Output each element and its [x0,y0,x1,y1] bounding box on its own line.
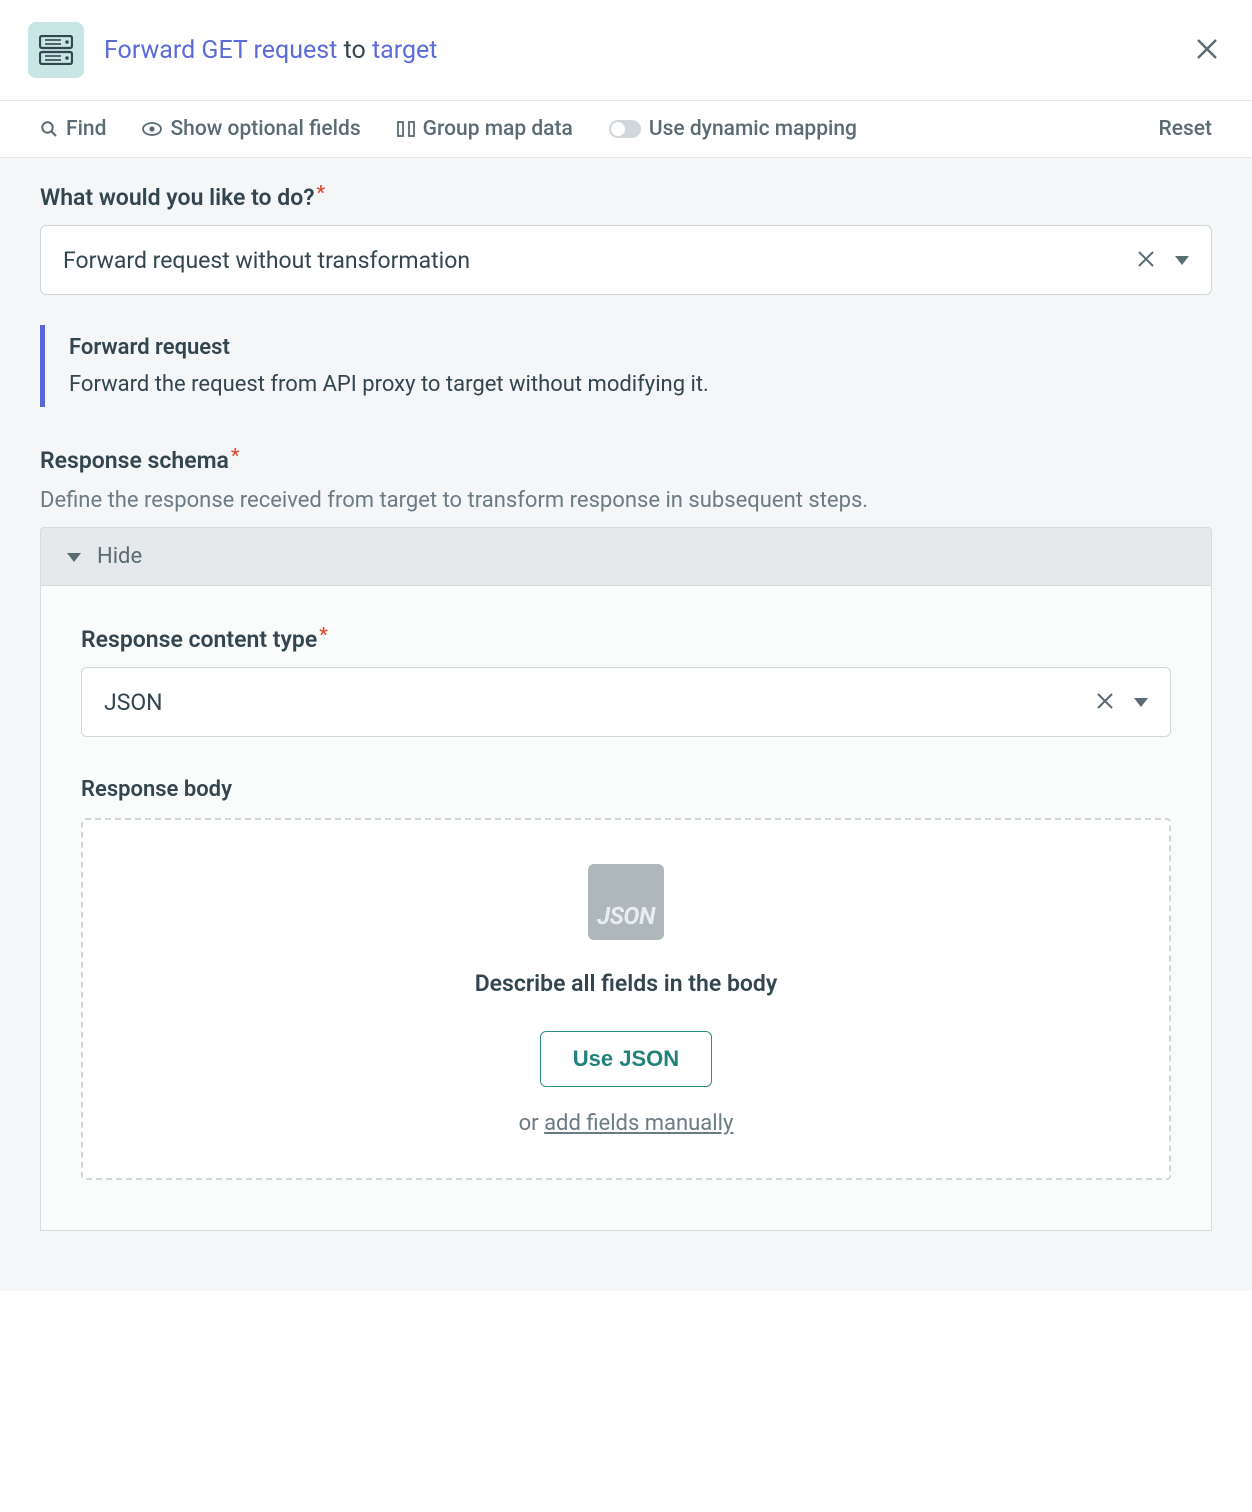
group-map-label: Group map data [423,117,573,141]
intent-select-value: Forward request without transformation [63,247,1127,274]
add-fields-manually-link[interactable]: add fields manually [544,1111,733,1136]
intent-label: What would you like to do?* [40,184,1212,211]
show-optional-button[interactable]: Show optional fields [142,117,360,141]
manual-alternative: or add fields manually [519,1111,734,1136]
callout-body: Forward the request from API proxy to ta… [69,372,1212,397]
describe-fields-text: Describe all fields in the body [475,970,778,997]
required-asterisk: * [231,444,240,467]
json-badge-icon: JSON [588,864,664,940]
toggle-off-icon [609,120,641,138]
title-action-link[interactable]: Forward GET request [104,36,337,65]
use-json-button[interactable]: Use JSON [540,1031,712,1087]
content-type-label-text: Response content type [81,626,317,653]
clear-icon[interactable] [1086,688,1124,716]
response-schema-hint: Define the response received from target… [40,488,1212,513]
find-button[interactable]: Find [40,117,106,141]
content-area: What would you like to do?* Forward requ… [0,158,1252,1291]
show-optional-label: Show optional fields [170,117,360,141]
caret-down-icon [1165,251,1189,270]
content-type-select[interactable]: JSON [81,667,1171,737]
panel-header: Forward GET request to target [0,0,1252,101]
response-schema-panel: Response content type* JSON Response bod… [40,586,1212,1231]
response-schema-label-text: Response schema [40,447,229,474]
required-asterisk: * [317,181,326,204]
search-icon [40,120,58,138]
hide-toggle-bar[interactable]: Hide [40,527,1212,586]
find-label: Find [66,117,106,141]
forward-request-callout: Forward request Forward the request from… [40,325,1212,407]
columns-icon [397,121,415,137]
title-mid: to [337,36,372,65]
clear-icon[interactable] [1127,246,1165,274]
toolbar: Find Show optional fields Group map data… [0,101,1252,158]
intent-select[interactable]: Forward request without transformation [40,225,1212,295]
close-icon[interactable] [1190,28,1224,73]
callout-title: Forward request [69,335,1212,360]
caret-down-icon [1124,693,1148,712]
response-schema-label: Response schema* [40,447,1212,474]
eye-icon [142,122,162,136]
dynamic-mapping-toggle[interactable]: Use dynamic mapping [609,117,857,141]
panel-title: Forward GET request to target [104,36,437,65]
intent-label-text: What would you like to do? [40,184,315,211]
required-asterisk: * [319,623,328,646]
reset-button[interactable]: Reset [1158,117,1212,141]
content-type-label: Response content type* [81,626,1171,653]
dynamic-mapping-label: Use dynamic mapping [649,117,857,141]
or-text: or [519,1111,544,1136]
response-body-empty-state: JSON Describe all fields in the body Use… [81,818,1171,1180]
title-target-link[interactable]: target [372,36,438,65]
caret-down-icon [67,544,81,569]
group-map-button[interactable]: Group map data [397,117,573,141]
response-body-label: Response body [81,777,1171,802]
content-type-value: JSON [104,689,1086,716]
hide-label: Hide [97,544,142,569]
server-icon [28,22,84,78]
